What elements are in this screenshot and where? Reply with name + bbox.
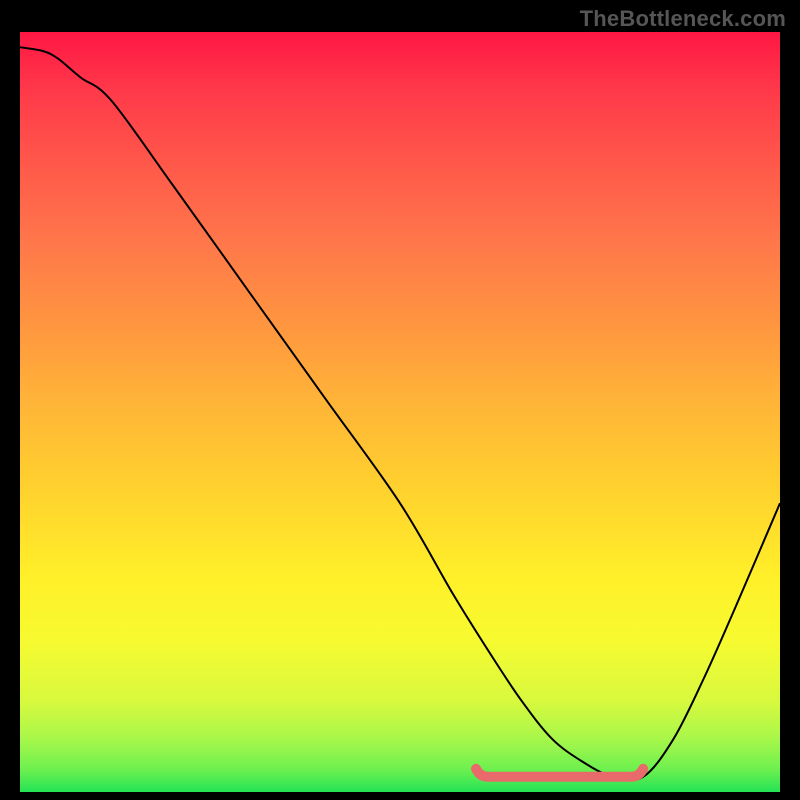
plot-area [20,32,780,792]
valley-highlight-path [476,769,643,777]
watermark-text: TheBottleneck.com [580,6,786,32]
chart-container: TheBottleneck.com [0,0,800,800]
valley-highlight [20,32,780,792]
